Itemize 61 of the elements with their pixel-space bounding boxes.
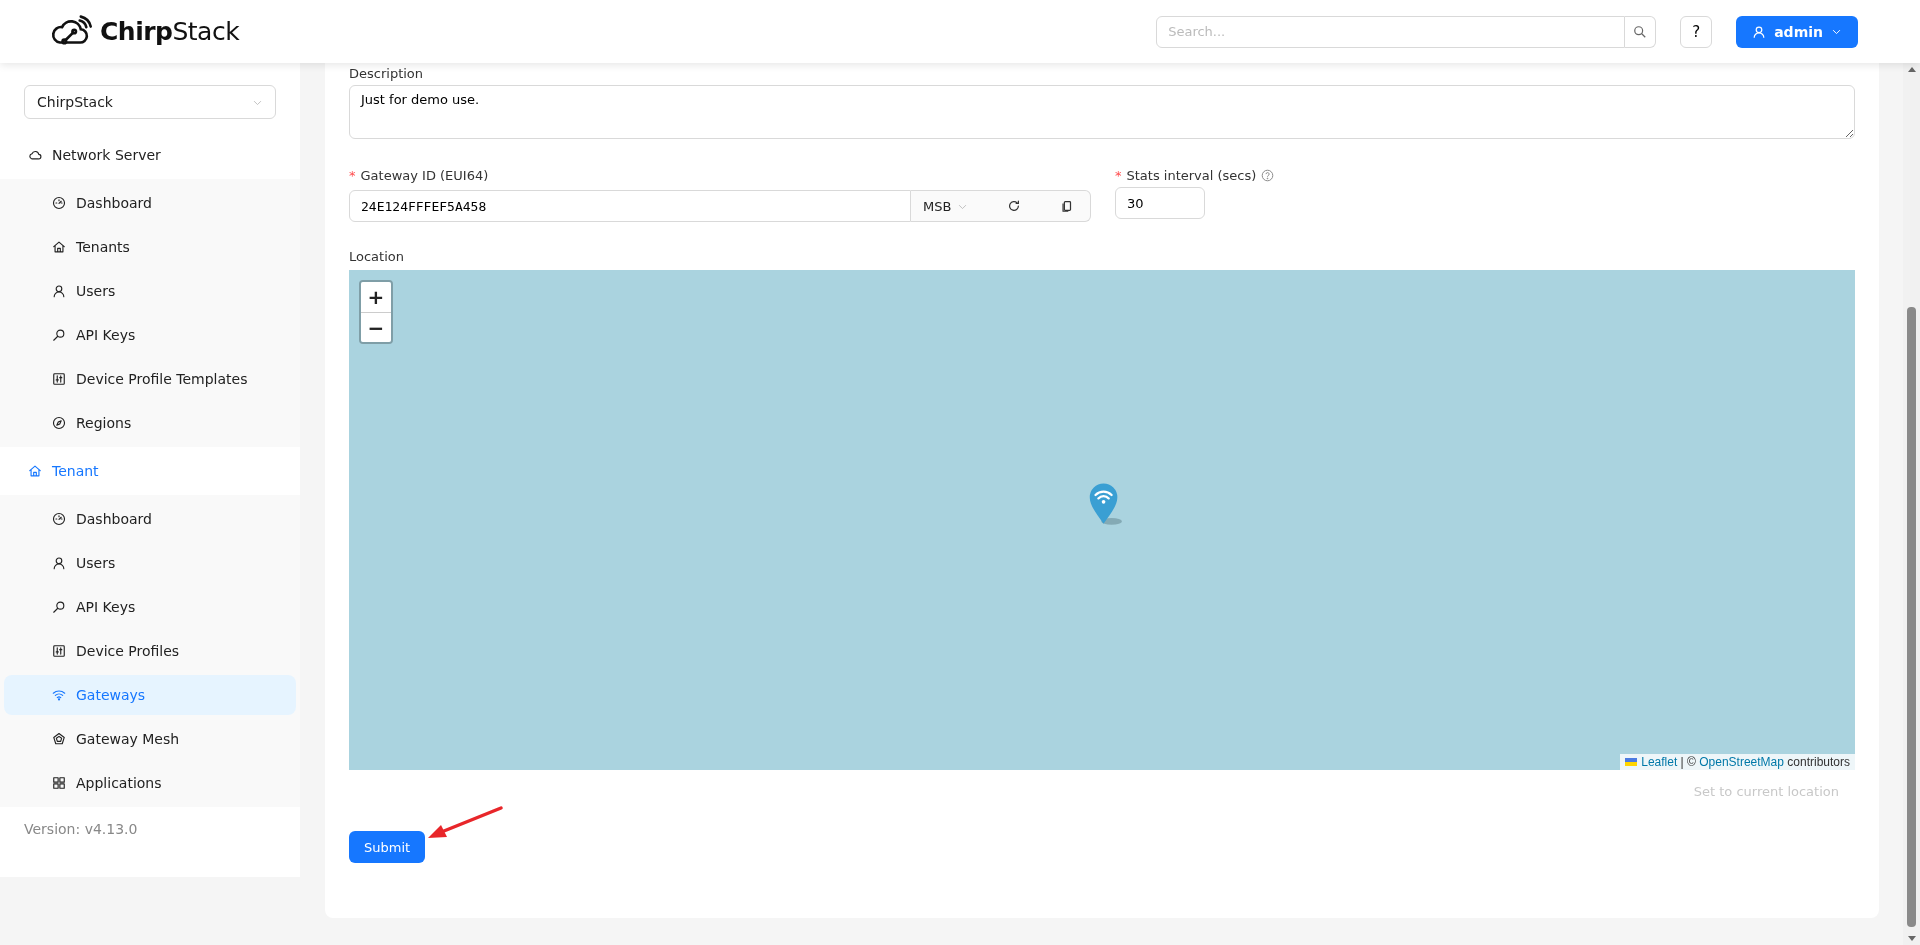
user-menu-button[interactable]: admin xyxy=(1736,15,1858,48)
gauge-icon xyxy=(52,512,66,526)
menu-item[interactable]: Tenants xyxy=(4,227,296,267)
user-icon xyxy=(1752,24,1767,39)
refresh-icon[interactable] xyxy=(1007,199,1022,213)
menu-item[interactable]: Gateways xyxy=(4,675,296,715)
zoom-out-button[interactable]: − xyxy=(361,312,391,342)
menu-item[interactable]: API Keys xyxy=(4,587,296,627)
home-icon xyxy=(28,464,42,478)
compass-icon xyxy=(52,416,66,430)
map-attribution: Leaflet | © OpenStreetMap contributors xyxy=(1641,755,1850,769)
field-label: Gateway ID (EUI64) xyxy=(360,168,489,183)
menu-group[interactable]: Tenant xyxy=(0,447,300,495)
user-icon xyxy=(52,284,66,298)
mesh-icon xyxy=(52,732,66,746)
cloud-icon xyxy=(28,148,42,162)
menu-item[interactable]: Device Profile Templates xyxy=(4,359,296,399)
key-icon xyxy=(52,328,66,342)
menu-item[interactable]: Device Profiles xyxy=(4,631,296,671)
field-label: Description xyxy=(349,65,425,83)
leaflet-link[interactable]: Leaflet xyxy=(1641,755,1678,769)
map[interactable]: + − Leaflet | © OpenStreetMap contributors xyxy=(349,270,1855,770)
menu-item[interactable]: Dashboard xyxy=(4,183,296,223)
scrollbar[interactable] xyxy=(1903,63,1920,945)
search-icon xyxy=(1633,24,1648,39)
menu-item[interactable]: Users xyxy=(4,271,296,311)
flag-icon xyxy=(1625,758,1638,766)
search-field[interactable]: Search... xyxy=(1156,15,1626,48)
sliders-icon xyxy=(52,372,66,386)
logo-text: ChirpStack xyxy=(100,17,240,46)
home-icon xyxy=(52,240,66,254)
copy-icon[interactable] xyxy=(1060,199,1074,213)
stats-interval-field[interactable]: 30 xyxy=(1115,187,1205,219)
description-field[interactable]: Just for demo use. xyxy=(349,85,1855,139)
search-button[interactable] xyxy=(1625,15,1657,48)
menu-item[interactable]: Users xyxy=(4,543,296,583)
required-mark: * xyxy=(349,168,356,183)
field-label: Location xyxy=(349,248,405,266)
submit-button[interactable]: Submit xyxy=(349,831,426,863)
user-icon xyxy=(52,556,66,570)
menu-item[interactable]: Regions xyxy=(4,403,296,443)
menu-item[interactable]: Dashboard xyxy=(4,499,296,539)
gateway-id-field[interactable]: 24E124FFFEF5A458 xyxy=(349,190,911,222)
help-button[interactable]: ? xyxy=(1680,15,1713,48)
field-label: Stats interval (secs) xyxy=(1126,168,1257,183)
menu-group[interactable]: Network Server xyxy=(0,131,300,179)
menu-item[interactable]: API Keys xyxy=(4,315,296,355)
tenant-select[interactable]: ChirpStack xyxy=(24,85,276,119)
menu-item[interactable]: Applications xyxy=(4,763,296,803)
menu-item[interactable]: Gateway Mesh xyxy=(4,719,296,759)
grid-icon xyxy=(52,776,66,790)
version-text: Version: v4.13.0 xyxy=(23,820,139,839)
openstreetmap-link[interactable]: OpenStreetMap xyxy=(1699,755,1784,769)
sliders-icon xyxy=(52,644,66,658)
required-mark: * xyxy=(1115,168,1122,183)
gauge-icon xyxy=(52,196,66,210)
wifi-icon xyxy=(52,688,66,702)
help-icon xyxy=(1261,169,1275,182)
zoom-in-button[interactable]: + xyxy=(361,282,391,312)
key-icon xyxy=(52,600,66,614)
byte-order-select[interactable]: MSB xyxy=(923,198,969,214)
